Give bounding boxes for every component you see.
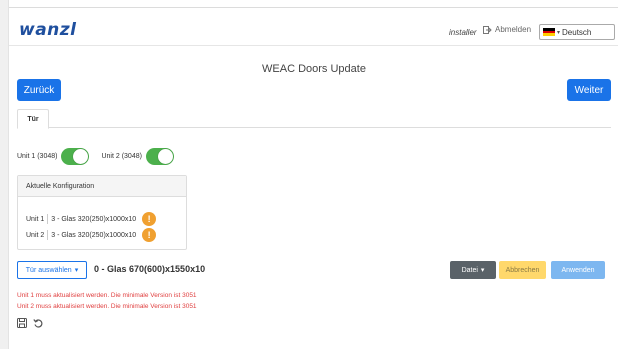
door-select-label: Tür auswählen — [25, 266, 72, 274]
header: wanzl installer Abmelden ▾ Deutsch — [9, 8, 618, 46]
undo-icon[interactable] — [33, 318, 43, 328]
warning-icon: ! — [142, 212, 157, 226]
config-value: 3 - Glas 320(250)x1000x10 — [51, 231, 137, 239]
door-select-button[interactable]: Tür auswählen ▾ — [17, 261, 87, 279]
logout-icon — [483, 25, 492, 34]
config-value: 3 - Glas 320(250)x1000x10 — [51, 215, 137, 223]
file-label: Datei — [461, 266, 478, 274]
page: wanzl installer Abmelden ▾ Deutsch WEAC … — [8, 0, 618, 349]
next-button[interactable]: Weiter — [567, 79, 611, 101]
apply-button[interactable]: Anwenden — [551, 261, 605, 279]
bottom-toolbar — [17, 318, 43, 328]
chevron-down-icon: ▾ — [74, 267, 79, 274]
cancel-button[interactable]: Abbrechen — [499, 261, 546, 279]
back-button[interactable]: Zurück — [17, 79, 61, 101]
unit-1-toggle[interactable] — [61, 147, 90, 165]
chevron-down-icon: ▾ — [557, 29, 561, 36]
config-title: Aktuelle Konfiguration — [18, 176, 186, 197]
save-icon[interactable] — [17, 318, 27, 328]
logout-label: Abmelden — [495, 25, 532, 34]
tab-bar: Tür — [17, 109, 611, 129]
unit-1-label: Unit 1 (3048) — [17, 152, 58, 160]
config-panel: Aktuelle Konfiguration Unit 1 3 - Glas 3… — [17, 175, 187, 250]
selected-door: 0 - Glas 670(600)x1550x10 — [94, 264, 206, 274]
page-title: WEAC Doors Update — [262, 63, 366, 75]
logout-link[interactable]: Abmelden — [483, 25, 531, 34]
user-name: installer — [449, 28, 477, 37]
config-row: Unit 1 3 - Glas 320(250)x1000x10 ! — [26, 211, 157, 227]
language-select[interactable]: ▾ Deutsch — [539, 24, 615, 40]
chevron-down-icon: ▾ — [480, 267, 485, 274]
error-message: Unit 1 muss aktualisiert werden. Die min… — [17, 292, 197, 299]
warning-icon: ! — [142, 228, 157, 242]
flag-de-icon — [543, 28, 555, 37]
config-unit: Unit 2 — [26, 231, 45, 239]
config-unit: Unit 1 — [26, 215, 45, 223]
unit-toggles: Unit 1 (3048) Unit 2 (3048) — [17, 146, 174, 166]
file-button[interactable]: Datei ▾ — [450, 261, 496, 279]
logo: wanzl — [19, 20, 77, 40]
language-label: Deutsch — [562, 27, 592, 37]
unit-2-label: Unit 2 (3048) — [101, 152, 142, 160]
tab-tuer[interactable]: Tür — [17, 109, 49, 129]
unit-2-toggle[interactable] — [145, 147, 174, 165]
error-message: Unit 2 muss aktualisiert werden. Die min… — [17, 303, 197, 310]
config-row: Unit 2 3 - Glas 320(250)x1000x10 ! — [26, 227, 157, 243]
